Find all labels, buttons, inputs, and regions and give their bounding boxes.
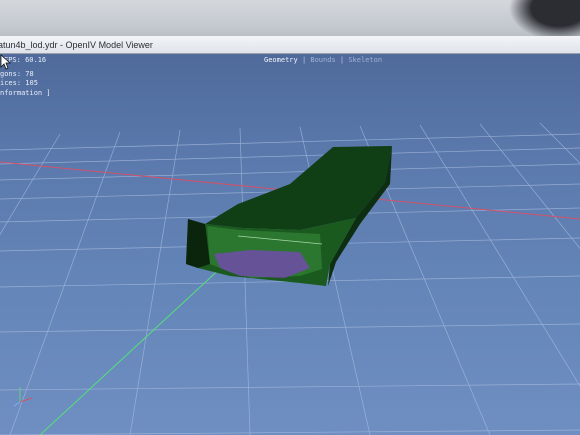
3d-model[interactable] [186,146,392,286]
polygon-count: gons: 78 [0,70,34,78]
tab-separator: | [301,56,307,64]
window-title: atun4b_lod.ydr - OpenIV Model Viewer [0,39,153,50]
tab-geometry[interactable]: Geometry [264,56,298,64]
scene-canvas[interactable] [0,54,580,435]
tab-skeleton[interactable]: Skeleton [348,56,382,64]
view-mode-tabs: Geometry | Bounds | Skeleton [264,56,382,64]
mouse-cursor-icon [0,54,12,70]
tab-bounds[interactable]: Bounds [310,56,335,64]
window-title-bar[interactable]: atun4b_lod.ydr - OpenIV Model Viewer [0,36,580,54]
vertex-count: ices: 105 [0,79,38,87]
information-toggle[interactable]: nformation ] [0,89,51,97]
desk-object [510,0,580,40]
tab-separator: | [339,56,345,64]
model-viewport[interactable]: FPS: 60.16 gons: 78 ices: 105 nformation… [0,54,580,435]
monitor-bezel [0,0,580,40]
